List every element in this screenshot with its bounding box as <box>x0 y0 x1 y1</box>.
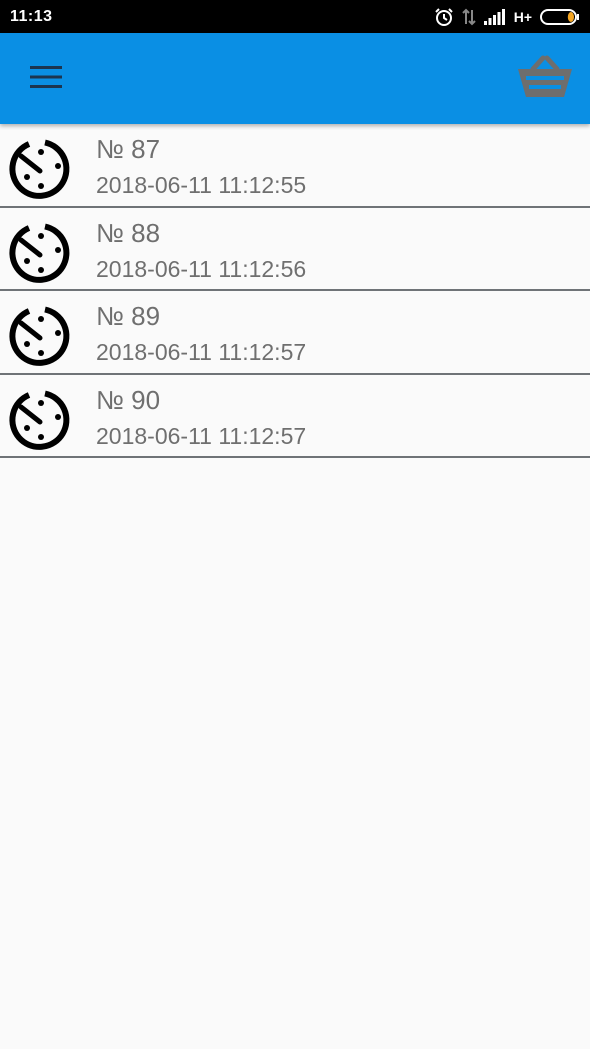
hamburger-menu-icon <box>29 65 63 94</box>
status-time: 11:13 <box>10 7 53 25</box>
signal-icon <box>483 8 506 25</box>
battery-icon <box>540 8 580 26</box>
menu-button[interactable] <box>20 57 72 101</box>
list-item[interactable]: № 90 2018-06-11 11:12:57 <box>0 375 590 458</box>
stopwatch-icon <box>8 386 74 452</box>
stopwatch-icon <box>8 219 74 285</box>
alarm-icon <box>434 7 454 27</box>
basket-button[interactable] <box>514 53 576 105</box>
basket-icon <box>516 55 574 104</box>
order-number: № 89 <box>96 301 161 331</box>
list-item[interactable]: № 87 2018-06-11 11:12:55 <box>0 124 590 208</box>
data-transfer-icon <box>461 7 476 27</box>
order-number: № 88 <box>96 217 161 248</box>
order-datetime: 2018-06-11 11:12:57 <box>96 422 307 449</box>
order-number: № 90 <box>96 384 161 415</box>
order-number: № 87 <box>96 134 161 164</box>
status-icons: H+ <box>434 0 580 33</box>
stopwatch-icon <box>8 302 74 368</box>
stopwatch-icon <box>8 135 74 201</box>
status-bar: 11:13 H+ <box>0 0 590 33</box>
network-type: H+ <box>513 8 532 25</box>
order-list: № 87 2018-06-11 11:12:55 № 88 2018-06-11… <box>0 124 590 458</box>
order-datetime: 2018-06-11 11:12:55 <box>96 172 307 198</box>
order-datetime: 2018-06-11 11:12:56 <box>96 255 307 282</box>
list-item[interactable]: № 88 2018-06-11 11:12:56 <box>0 208 590 291</box>
list-item[interactable]: № 89 2018-06-11 11:12:57 <box>0 291 590 375</box>
app-bar <box>0 33 590 124</box>
order-datetime: 2018-06-11 11:12:57 <box>96 339 307 365</box>
